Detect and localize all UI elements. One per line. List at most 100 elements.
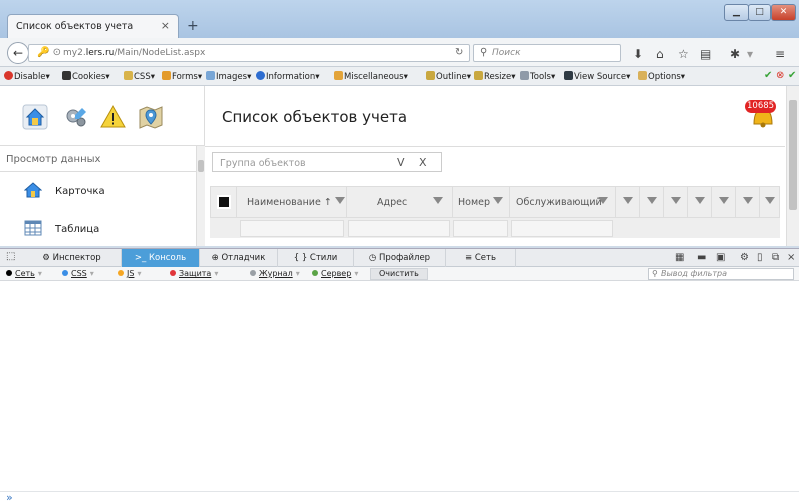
filter-icon[interactable] — [695, 197, 705, 204]
sidebar-scrollbar[interactable] — [196, 146, 205, 246]
check-icon[interactable]: ✔ — [788, 70, 796, 81]
column-header-extra[interactable] — [640, 187, 664, 217]
column-header-address[interactable]: Адрес — [347, 187, 453, 217]
filter-server[interactable]: Сервер ▾ — [312, 269, 358, 278]
home-icon[interactable]: ⌂ — [656, 48, 664, 60]
column-header-extra[interactable] — [736, 187, 760, 217]
column-header-extra[interactable] — [616, 187, 640, 217]
dock-side-icon[interactable]: ▯ — [757, 252, 763, 263]
column-header-extra[interactable] — [712, 187, 736, 217]
tab-styles[interactable]: { } Стили — [278, 249, 354, 267]
devbar-disable[interactable]: Disable▾ — [4, 71, 50, 82]
window-minimize-button[interactable]: ▁ — [724, 4, 749, 21]
tab-console[interactable]: >_ Консоль — [122, 249, 200, 267]
tab-inspector[interactable]: ⚙ Инспектор — [22, 249, 122, 267]
filter-icon[interactable] — [671, 197, 681, 204]
filter-input-number[interactable] — [453, 220, 508, 237]
group-select[interactable]: Группа объектов V X — [212, 152, 442, 172]
filter-js[interactable]: JS ▾ — [118, 269, 141, 278]
undock-icon[interactable]: ⧉ — [772, 252, 779, 263]
grid-filter-row — [210, 218, 780, 238]
filter-icon[interactable] — [719, 197, 729, 204]
clear-console-button[interactable]: Очистить — [370, 268, 428, 280]
filter-icon[interactable] — [623, 197, 633, 204]
filter-input-servicing[interactable] — [511, 220, 613, 237]
filter-output-input[interactable]: ⚲ Вывод фильтра — [648, 268, 794, 280]
scrollbar-thumb[interactable] — [789, 100, 797, 210]
settings-icon[interactable] — [63, 104, 89, 130]
filter-input-name[interactable] — [240, 220, 344, 237]
devbar-resize[interactable]: Resize▾ — [474, 71, 516, 82]
sidebar-title: Просмотр данных — [6, 154, 101, 165]
warning-icon[interactable] — [100, 104, 126, 130]
console-input[interactable]: » — [0, 491, 799, 504]
filter-security[interactable]: Защита ▾ — [170, 269, 218, 278]
column-header-servicing[interactable]: Обслуживающий — [510, 187, 616, 217]
sidebar-item-table[interactable]: Таблица — [0, 214, 196, 246]
tab-close-icon[interactable]: × — [161, 19, 170, 32]
filter-log[interactable]: Журнал ▾ — [250, 269, 300, 278]
filter-icon[interactable] — [433, 197, 443, 204]
back-arrow-icon[interactable]: ← — [7, 42, 29, 64]
chevron-down-icon[interactable]: ▾ — [747, 48, 753, 60]
gear-icon[interactable]: ⚙ — [740, 252, 749, 263]
tab-debugger[interactable]: ⊕ Отладчик — [200, 249, 278, 267]
column-label: Адрес — [377, 197, 408, 208]
search-input[interactable]: ⚲ Поиск — [473, 44, 621, 62]
column-header-number[interactable]: Номер — [453, 187, 510, 217]
tab-profiler[interactable]: ◷ Профайлер — [354, 249, 446, 267]
bookmarks-list-icon[interactable]: ▤ — [700, 48, 711, 60]
devbar-view-source[interactable]: View Source▾ — [564, 71, 630, 82]
bookmark-star-icon[interactable]: ☆ — [678, 48, 689, 60]
reload-icon[interactable]: ↻ — [455, 47, 463, 58]
notifications-button[interactable]: 10685 — [744, 100, 778, 128]
filter-icon[interactable] — [493, 197, 503, 204]
scrollbar-thumb[interactable] — [198, 160, 204, 172]
split-console-icon[interactable]: ▦ — [675, 252, 684, 263]
filter-icon[interactable] — [743, 197, 753, 204]
dock-icon[interactable]: ▬ — [697, 252, 706, 263]
devbar-outline[interactable]: Outline▾ — [426, 71, 471, 82]
column-header-extra[interactable] — [760, 187, 780, 217]
sidebar-item-card[interactable]: Карточка — [0, 176, 196, 208]
column-header-extra[interactable] — [664, 187, 688, 217]
address-bar[interactable]: 🔑 ⊙ my2.lers.ru/Main/NodeList.aspx ↻ — [28, 44, 470, 62]
filter-icon[interactable] — [335, 197, 345, 204]
devbar-cookies[interactable]: Cookies▾ — [62, 71, 110, 82]
window-maximize-button[interactable]: □ — [748, 4, 771, 21]
close-icon[interactable]: × — [787, 252, 795, 263]
check-icon[interactable]: ✔ — [764, 70, 772, 81]
tab-network[interactable]: ≡ Сеть — [446, 249, 516, 267]
devbar-information[interactable]: Information▾ — [256, 71, 319, 82]
responsive-icon[interactable]: ▣ — [716, 252, 725, 263]
filter-icon[interactable] — [598, 197, 608, 204]
devbar-forms[interactable]: Forms▾ — [162, 71, 202, 82]
extension-icon[interactable]: ✱ — [730, 48, 740, 60]
home-icon[interactable] — [22, 104, 48, 130]
error-icon[interactable]: ⊗ — [776, 70, 784, 81]
devbar-miscellaneous[interactable]: Miscellaneous▾ — [334, 71, 408, 82]
filter-icon[interactable] — [647, 197, 657, 204]
dropdown-toggle-button[interactable]: V — [397, 156, 405, 169]
column-header-extra[interactable] — [688, 187, 712, 217]
menu-icon[interactable]: ≡ — [775, 48, 785, 60]
filter-input-address[interactable] — [348, 220, 450, 237]
site-identity-icon[interactable]: 🔑 ⊙ — [37, 47, 61, 58]
filter-css[interactable]: CSS ▾ — [62, 269, 94, 278]
browser-tab[interactable]: Список объектов учета × — [7, 14, 179, 38]
devbar-css[interactable]: CSS▾ — [124, 71, 155, 82]
filter-net[interactable]: Сеть ▾ — [6, 269, 42, 278]
clear-button[interactable]: X — [419, 156, 427, 169]
filter-icon[interactable] — [765, 197, 775, 204]
devbar-tools[interactable]: Tools▾ — [520, 71, 555, 82]
column-header-name[interactable]: Наименование ↑ — [237, 187, 347, 217]
pick-element-icon[interactable]: ⬚ — [6, 251, 15, 262]
devbar-options[interactable]: Options▾ — [638, 71, 685, 82]
download-icon[interactable]: ⬇ — [633, 48, 643, 60]
page-scrollbar[interactable] — [786, 86, 799, 246]
map-icon[interactable] — [138, 104, 164, 130]
devbar-images[interactable]: Images▾ — [206, 71, 251, 82]
new-tab-button[interactable]: + — [187, 18, 199, 34]
window-close-button[interactable]: ✕ — [771, 4, 796, 21]
select-all-checkbox[interactable] — [217, 195, 231, 209]
